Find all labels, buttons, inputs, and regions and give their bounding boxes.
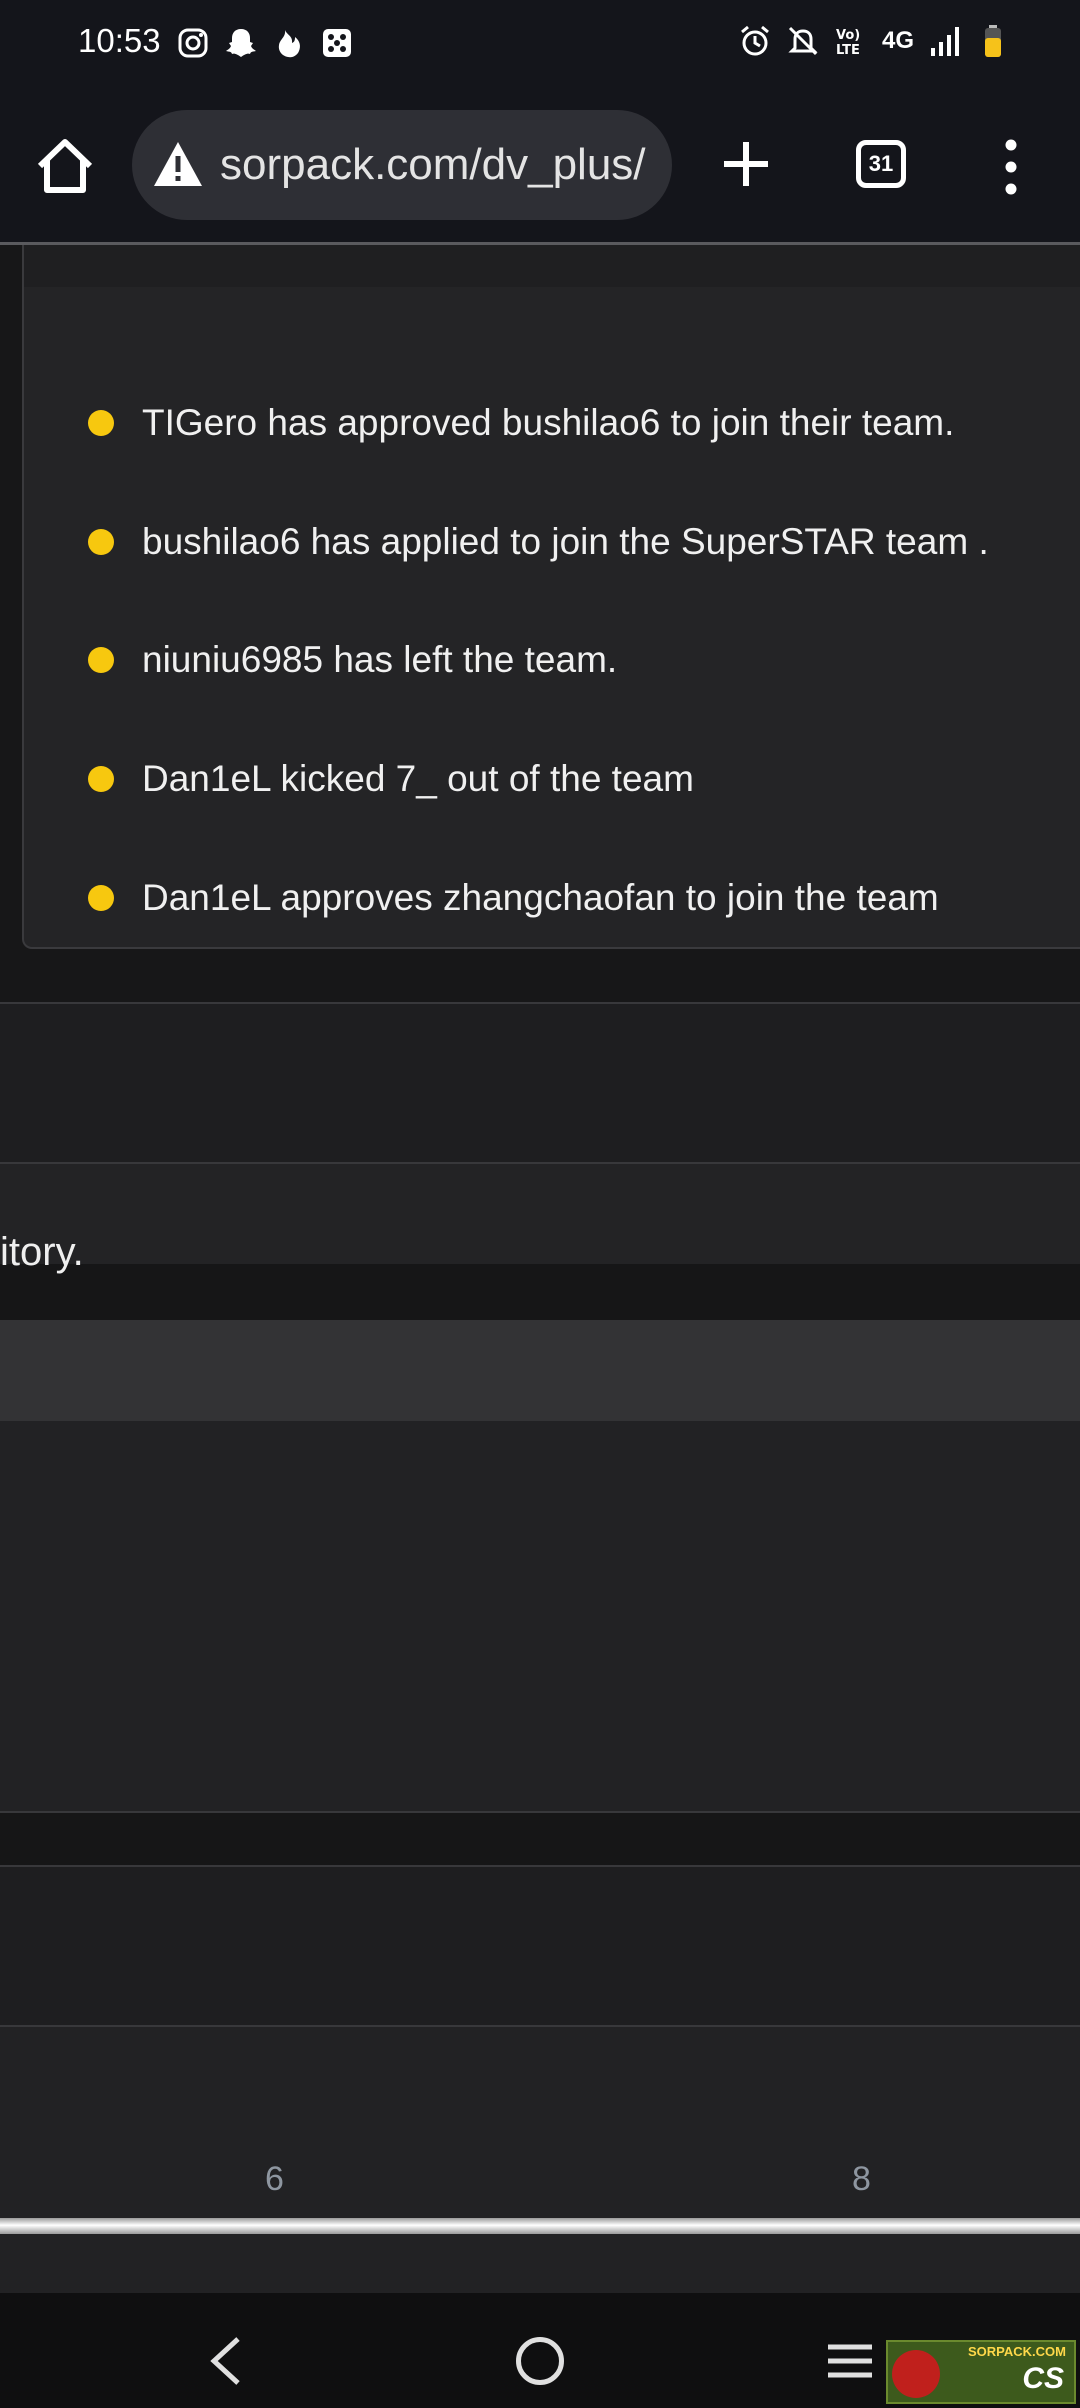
logo-disc-icon bbox=[892, 2350, 940, 2398]
page-content: TIGero has approved bushilao6 to join th… bbox=[0, 245, 1080, 2295]
bullet-icon bbox=[88, 885, 114, 911]
spacer bbox=[0, 1813, 1080, 1865]
overflow-menu-button[interactable] bbox=[996, 132, 1026, 202]
alarm-icon bbox=[738, 24, 772, 58]
menu-icon bbox=[828, 2344, 872, 2378]
system-status-icons: Vo) LTE 4G bbox=[738, 24, 1010, 58]
home-nav-button[interactable] bbox=[516, 2337, 564, 2385]
activity-text: Dan1eL approves zhangchaofan to join the… bbox=[142, 877, 939, 918]
tick-label: 6 bbox=[265, 2160, 284, 2198]
card-header bbox=[22, 245, 1080, 289]
slider-track[interactable] bbox=[0, 2218, 1080, 2234]
back-button[interactable] bbox=[206, 2333, 246, 2389]
table-body bbox=[0, 1421, 1080, 1811]
notification-icons bbox=[176, 26, 354, 60]
network-type: 4G bbox=[881, 27, 914, 54]
bullet-icon bbox=[88, 766, 114, 792]
tinder-icon bbox=[272, 26, 306, 60]
back-icon bbox=[210, 2337, 240, 2385]
svg-text:LTE: LTE bbox=[836, 43, 860, 58]
watermark-site: SORPACK.COM bbox=[968, 2344, 1066, 2359]
mute-icon bbox=[786, 24, 820, 58]
warning-icon[interactable] bbox=[152, 140, 204, 188]
browser-toolbar: sorpack.com/dv_plus/ 31 bbox=[0, 88, 1080, 245]
snapchat-icon bbox=[224, 26, 258, 60]
partial-text: itory. bbox=[0, 1230, 84, 1274]
plus-icon bbox=[724, 142, 768, 186]
slider-section bbox=[0, 2027, 1080, 2295]
activity-text: Dan1eL kicked 7_ out of the team bbox=[142, 758, 694, 799]
activity-text: TIGero has approved bushilao6 to join th… bbox=[142, 402, 955, 443]
instagram-icon bbox=[176, 26, 210, 60]
tab-count: 31 bbox=[868, 151, 894, 176]
more-vert-icon bbox=[1005, 139, 1017, 195]
status-time: 10:53 bbox=[78, 22, 161, 59]
bullet-icon bbox=[88, 410, 114, 436]
watermark-title: CS bbox=[1022, 2362, 1064, 2395]
watermark-logo: SORPACK.COM CS bbox=[886, 2340, 1076, 2404]
new-tab-button[interactable] bbox=[716, 134, 776, 194]
tab-switcher-button[interactable]: 31 bbox=[856, 140, 906, 188]
svg-text:Vo): Vo) bbox=[836, 28, 860, 43]
bullet-icon bbox=[88, 529, 114, 555]
bullet-icon bbox=[88, 647, 114, 673]
list-item: Dan1eL approves zhangchaofan to join the… bbox=[88, 868, 939, 928]
address-bar[interactable]: sorpack.com/dv_plus/ bbox=[132, 110, 672, 220]
section-band bbox=[0, 1867, 1080, 2025]
recent-apps-button[interactable] bbox=[826, 2341, 874, 2381]
list-item: Dan1eL kicked 7_ out of the team bbox=[88, 749, 694, 809]
table-header-row bbox=[0, 1320, 1080, 1421]
dice-icon bbox=[320, 26, 354, 60]
battery-icon bbox=[976, 24, 1010, 58]
activity-text: niuniu6985 has left the team. bbox=[142, 639, 618, 680]
list-item: TIGero has approved bushilao6 to join th… bbox=[88, 393, 954, 453]
home-button[interactable] bbox=[30, 132, 100, 202]
home-icon bbox=[37, 139, 93, 193]
signal-icon bbox=[928, 24, 962, 58]
list-item: bushilao6 has applied to join the SuperS… bbox=[88, 512, 989, 572]
activity-text: bushilao6 has applied to join the SuperS… bbox=[142, 521, 989, 562]
tick-label: 8 bbox=[852, 2160, 871, 2198]
activity-card: TIGero has approved bushilao6 to join th… bbox=[22, 287, 1080, 949]
volte-icon: Vo) LTE bbox=[834, 24, 868, 58]
section-band bbox=[0, 1164, 1080, 1264]
activity-section: TIGero has approved bushilao6 to join th… bbox=[0, 245, 1080, 1005]
status-bar: 10:53 Vo) LTE 4G bbox=[0, 0, 1080, 88]
section-band bbox=[0, 1004, 1080, 1162]
url-text[interactable]: sorpack.com/dv_plus/ bbox=[220, 140, 646, 190]
list-item: niuniu6985 has left the team. bbox=[88, 630, 617, 690]
